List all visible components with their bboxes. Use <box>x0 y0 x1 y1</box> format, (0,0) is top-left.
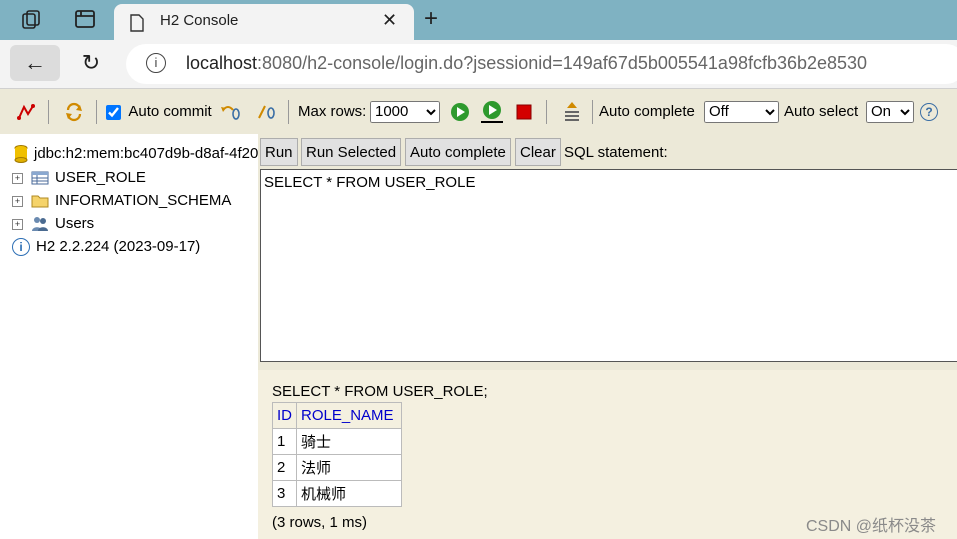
auto-commit-label: Auto commit <box>128 103 212 120</box>
result-info: (3 rows, 1 ms) <box>272 514 368 531</box>
sql-editor-panel: Run Run Selected Auto complete Clear SQL… <box>258 134 957 370</box>
run-button[interactable]: Run <box>260 138 298 166</box>
tree-item-information-schema[interactable]: + INFORMATION_SCHEMA <box>12 190 231 212</box>
workspaces-icon[interactable] <box>20 8 44 36</box>
column-header-role-name[interactable]: ROLE_NAME <box>296 402 402 429</box>
version-node: i H2 2.2.224 (2023-09-17) <box>12 236 200 258</box>
version-label: H2 2.2.224 (2023-09-17) <box>36 238 201 255</box>
tree-item-label: INFORMATION_SCHEMA <box>55 192 232 209</box>
address-bar-row: ← ↻ i localhost:8080/h2-console/login.do… <box>0 40 957 88</box>
disconnect-icon[interactable] <box>16 89 36 135</box>
auto-commit-checkbox[interactable] <box>106 104 121 120</box>
table-row: 3 机械师 <box>272 480 402 507</box>
tree-item-label: Users <box>55 215 95 232</box>
table-icon <box>31 169 55 186</box>
expand-icon[interactable]: + <box>12 218 23 230</box>
sql-input[interactable]: SELECT * FROM USER_ROLE <box>260 169 957 362</box>
watermark: CSDN @纸杯没茶 <box>806 518 937 535</box>
expand-icon[interactable]: + <box>12 172 23 184</box>
max-rows-label: Max rows: <box>298 103 367 120</box>
tree-item-users[interactable]: + Users <box>12 213 94 235</box>
connection-node[interactable]: jdbc:h2:mem:bc407d9b-d8af-4f20 <box>14 143 258 165</box>
reload-button[interactable]: ↻ <box>76 45 106 81</box>
url-field[interactable]: i localhost:8080/h2-console/login.do?jse… <box>126 44 957 84</box>
run-icon[interactable] <box>450 89 470 135</box>
url-path: :8080/h2-console/login.do?jsessionid=149… <box>257 53 868 73</box>
cell-id: 1 <box>272 428 297 455</box>
auto-select-select[interactable]: On <box>866 100 914 123</box>
cell-role-name: 骑士 <box>296 428 402 455</box>
sql-statement-label: SQL statement: <box>564 144 668 161</box>
auto-complete-button[interactable]: Auto complete <box>405 138 511 166</box>
cell-role-name: 法师 <box>296 454 402 481</box>
tree-item-label: USER_ROLE <box>55 169 146 186</box>
auto-complete-select-wrap: Off <box>704 89 779 135</box>
back-button[interactable]: ← <box>10 45 60 81</box>
auto-complete-label: Auto complete <box>599 103 695 120</box>
auto-complete-select[interactable]: Off <box>704 100 779 123</box>
schema-tree: jdbc:h2:mem:bc407d9b-d8af-4f20 + USER_ROL… <box>0 134 258 539</box>
cell-id: 3 <box>272 480 297 507</box>
url-host: localhost <box>186 53 258 73</box>
stop-icon[interactable] <box>516 89 532 135</box>
connection-url: jdbc:h2:mem:bc407d9b-d8af-4f20 <box>34 145 258 162</box>
commit-icon[interactable] <box>256 89 278 135</box>
tab-h2-console[interactable]: H2 Console ✕ <box>114 4 414 40</box>
run-selected-button[interactable]: Run Selected <box>301 138 402 166</box>
sql-input-text: SELECT * FROM USER_ROLE <box>264 174 476 191</box>
result-table: ID ROLE_NAME 1 骑士 2 法师 3 机械师 <box>272 402 402 507</box>
run-selected-icon[interactable] <box>480 89 504 135</box>
cell-role-name: 机械师 <box>296 480 402 507</box>
table-row: 1 骑士 <box>272 428 402 455</box>
new-tab-icon[interactable]: + <box>424 5 438 33</box>
rollback-icon[interactable] <box>220 89 242 135</box>
folder-icon <box>31 192 55 209</box>
help-icon[interactable]: ? <box>920 89 938 135</box>
history-icon[interactable] <box>562 89 582 135</box>
database-icon <box>14 145 34 164</box>
table-row: 2 法师 <box>272 454 402 481</box>
url-text: localhost:8080/h2-console/login.do?jsess… <box>186 53 867 74</box>
max-rows-select-wrap: 1000 <box>370 89 440 135</box>
tab-title: H2 Console <box>160 12 239 29</box>
table-header-row: ID ROLE_NAME <box>272 402 402 429</box>
tab-actions-icon[interactable] <box>74 8 96 34</box>
page-icon <box>130 14 144 36</box>
cell-id: 2 <box>272 454 297 481</box>
clear-button[interactable]: Clear <box>515 138 561 166</box>
users-icon <box>31 215 55 232</box>
refresh-icon[interactable] <box>64 89 84 135</box>
result-statement: SELECT * FROM USER_ROLE; <box>272 383 488 400</box>
browser-tab-bar: H2 Console ✕ + <box>0 0 957 40</box>
auto-select-label: Auto select <box>784 103 859 120</box>
close-tab-icon[interactable]: ✕ <box>382 10 397 31</box>
auto-commit-toggle[interactable]: Auto commit <box>106 89 212 135</box>
info-icon: i <box>12 238 30 257</box>
site-info-icon[interactable]: i <box>146 53 166 73</box>
h2-toolbar: Auto commit Max rows: 1000 Auto complete… <box>0 88 957 135</box>
tree-item-user-role[interactable]: + USER_ROLE <box>12 167 146 189</box>
auto-select-select-wrap: On <box>866 89 914 135</box>
help-icon-glyph: ? <box>920 103 938 122</box>
column-header-id[interactable]: ID <box>272 402 297 429</box>
expand-icon[interactable]: + <box>12 195 23 207</box>
max-rows-select[interactable]: 1000 <box>370 100 440 123</box>
